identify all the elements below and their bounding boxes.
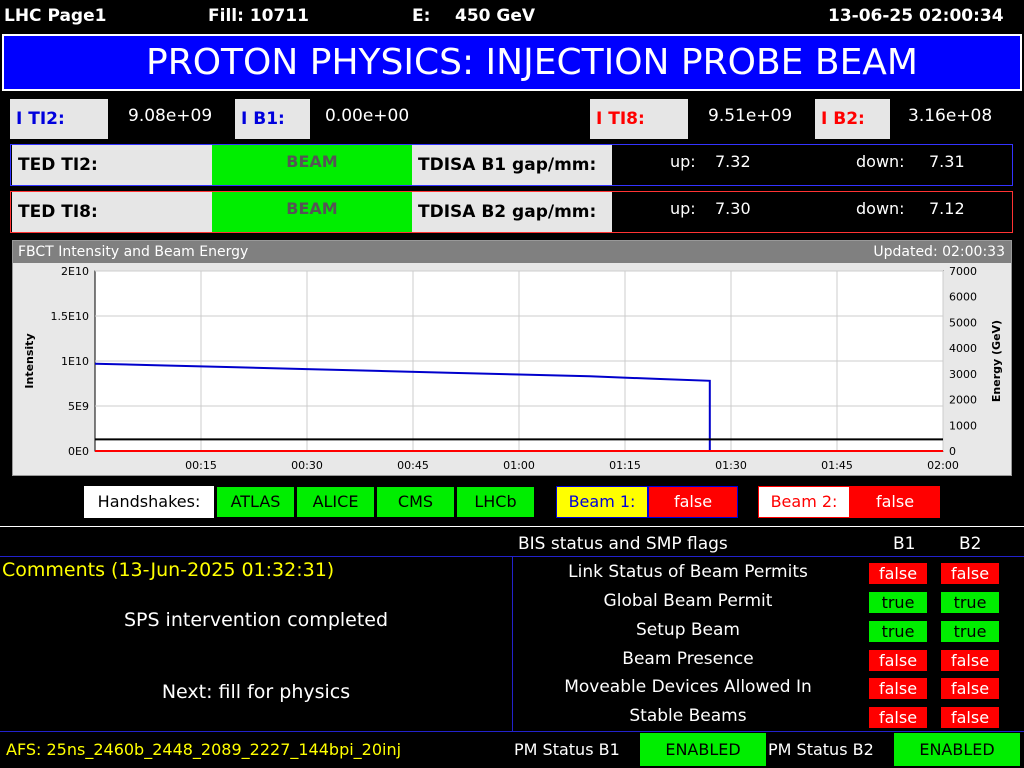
i-b1-value: 0.00e+00: [325, 106, 410, 126]
bis-row-label: Stable Beams: [629, 706, 747, 726]
i-ti2-value: 9.08e+09: [128, 106, 213, 126]
bis-row-label: Beam Presence: [622, 649, 754, 669]
bis-row-b1-flag: true: [869, 621, 927, 642]
bis-col-b2: B2: [959, 534, 982, 554]
y-right-tick-label: 7000: [949, 265, 977, 278]
bis-row-b2-flag: false: [941, 707, 999, 728]
bis-row-b2-flag: false: [941, 678, 999, 699]
bis-row-b2-flag: false: [941, 650, 999, 671]
tdisa-b2-up: 7.30: [715, 199, 751, 218]
y-left-tick-label: 1.5E10: [51, 310, 89, 323]
y-left-tick-label: 1E10: [61, 355, 89, 368]
bis-row-label: Setup Beam: [636, 620, 740, 640]
pm-status-b1-label: PM Status B1: [514, 740, 620, 759]
i-b2-value: 3.16e+08: [908, 106, 993, 126]
bis-row-label: Global Beam Permit: [603, 591, 773, 611]
bis-row-b2-flag: false: [941, 563, 999, 584]
pm-status-b2-value: ENABLED: [894, 733, 1020, 766]
beam2-flag-label: Beam 2:: [758, 486, 850, 518]
fill-number: Fill: 10711: [208, 6, 309, 26]
comment-line-1: SPS intervention completed: [123, 609, 389, 631]
energy-value: 450 GeV: [455, 6, 536, 26]
bis-title: BIS status and SMP flags: [518, 534, 728, 554]
i-ti2-label: I TI2:: [10, 99, 108, 139]
y-right-tick-label: 3000: [949, 368, 977, 381]
ted-ti2-label: TED TI2:: [12, 145, 212, 185]
x-tick-label: 00:30: [291, 459, 323, 472]
bis-row-b1-flag: false: [869, 563, 927, 584]
tdisa-b2-down: 7.12: [929, 199, 965, 218]
x-tick-label: 00:45: [397, 459, 429, 472]
energy-label: E:: [412, 6, 431, 26]
y-right-tick-label: 1000: [949, 419, 977, 432]
y-right-tick-label: 5000: [949, 316, 977, 329]
comments-title: Comments (13-Jun-2025 01:32:31): [2, 559, 335, 581]
chart-title-bar: FBCT Intensity and Beam Energy Updated: …: [13, 241, 1011, 263]
bis-row-label: Link Status of Beam Permits: [568, 562, 808, 582]
y-axis-right-label: Energy (GeV): [990, 320, 1003, 402]
y-left-tick-label: 2E10: [61, 265, 89, 278]
i-ti8-value: 9.51e+09: [708, 106, 793, 126]
y-right-tick-label: 0: [949, 445, 956, 458]
y-left-tick-label: 0E0: [68, 445, 89, 458]
bis-row-b1-flag: false: [869, 650, 927, 671]
y-right-tick-label: 4000: [949, 342, 977, 355]
comments-bis-divider: [512, 556, 513, 731]
y-right-tick-label: 2000: [949, 394, 977, 407]
tdisa-b2-down-label: down:: [856, 199, 905, 218]
mode-banner-title: PROTON PHYSICS: INJECTION PROBE BEAM: [146, 42, 918, 83]
tdisa-b1-up-label: up:: [670, 152, 696, 171]
tdisa-b1-up: 7.32: [715, 152, 751, 171]
intensity-energy-chart: Intensity Energy (GeV) 00:15 00:30 00:45 01…: [23, 265, 1003, 472]
footer-divider: [0, 731, 1024, 732]
beam1-flag-value: false: [648, 486, 738, 518]
bis-row-b2-flag: true: [941, 621, 999, 642]
handshake-alice: ALICE: [296, 486, 375, 518]
handshake-atlas: ATLAS: [216, 486, 295, 518]
bis-row-b1-flag: false: [869, 678, 927, 699]
y-right-tick-label: 6000: [949, 291, 977, 304]
i-ti8-label: I TI8:: [590, 99, 688, 139]
pm-status-b2-label: PM Status B2: [768, 740, 874, 759]
ted-ti8-state: BEAM: [212, 192, 412, 232]
y-axis-left-label: Intensity: [23, 333, 36, 388]
y-left-tick-label: 5E9: [68, 400, 89, 413]
bis-row-b1-flag: true: [869, 592, 927, 613]
chart-title: FBCT Intensity and Beam Energy: [18, 244, 249, 260]
bis-row-label: Moveable Devices Allowed In: [564, 677, 812, 697]
pm-status-b1-value: ENABLED: [640, 733, 766, 766]
ted-ti8-label: TED TI8:: [12, 192, 212, 232]
ted-ti2-state: BEAM: [212, 145, 412, 185]
comment-line-2: Next: fill for physics: [161, 681, 351, 703]
x-tick-label: 01:00: [503, 459, 535, 472]
page-name: LHC Page1: [4, 6, 107, 26]
x-tick-label: 01:45: [821, 459, 853, 472]
bis-col-b1: B1: [893, 534, 916, 554]
x-tick-label: 00:15: [185, 459, 217, 472]
x-tick-label: 01:15: [609, 459, 641, 472]
tdisa-b1-label: TDISA B1 gap/mm:: [412, 145, 612, 185]
handshake-lhcb: LHCb: [456, 486, 535, 518]
afs-config: AFS: 25ns_2460b_2448_2089_2227_144bpi_20…: [6, 740, 402, 759]
bis-row-b1-flag: false: [869, 707, 927, 728]
tdisa-b1-down-label: down:: [856, 152, 905, 171]
handshakes-label: Handshakes:: [84, 486, 214, 518]
beam2-flag-value: false: [850, 486, 940, 518]
section-divider: [0, 526, 1024, 527]
beam1-flag-label: Beam 1:: [556, 486, 648, 518]
bis-row-b2-flag: true: [941, 592, 999, 613]
tdisa-b2-up-label: up:: [670, 199, 696, 218]
x-tick-label: 01:30: [715, 459, 747, 472]
mode-banner: PROTON PHYSICS: INJECTION PROBE BEAM: [2, 34, 1022, 91]
i-b1-label: I B1:: [235, 99, 310, 139]
x-tick-label: 02:00: [927, 459, 959, 472]
datetime: 13-06-25 02:00:34: [828, 6, 1004, 26]
tdisa-b1-down: 7.31: [929, 152, 965, 171]
i-b2-label: I B2:: [815, 99, 890, 139]
tdisa-b2-label: TDISA B2 gap/mm:: [412, 192, 612, 232]
handshake-cms: CMS: [376, 486, 455, 518]
fbct-chart-panel: FBCT Intensity and Beam Energy Updated: …: [12, 240, 1012, 476]
chart-updated: Updated: 02:00:33: [873, 244, 1005, 260]
